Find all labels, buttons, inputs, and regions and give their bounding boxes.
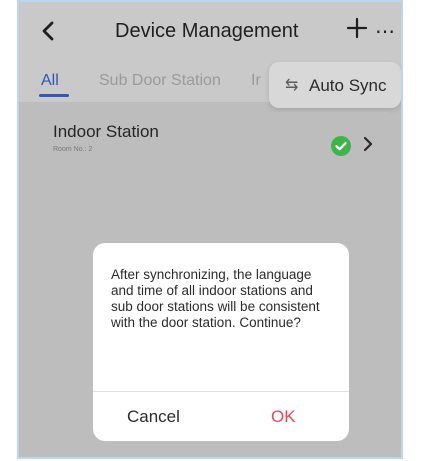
dialog-divider (93, 391, 349, 392)
tab-indoor[interactable]: Ir (251, 72, 261, 90)
cancel-button[interactable]: Cancel (127, 407, 180, 427)
device-room: Room No.: 2 (53, 146, 93, 153)
tab-sub-door-station[interactable]: Sub Door Station (99, 72, 221, 90)
plus-icon[interactable] (345, 16, 369, 40)
check-circle-icon (331, 136, 351, 156)
chevron-right-icon (361, 132, 375, 156)
device-management-screen: Device Management ⋯ All Sub Door Station… (19, 2, 401, 457)
tab-all[interactable]: All (41, 72, 59, 90)
page-title: Device Management (115, 20, 299, 42)
top-bar: Device Management ⋯ (19, 2, 401, 66)
ok-button[interactable]: OK (271, 407, 296, 427)
device-name: Indoor Station (53, 122, 159, 141)
active-tab-indicator (39, 94, 69, 97)
auto-sync-label: Auto Sync (309, 76, 387, 95)
chevron-left-icon[interactable] (37, 19, 61, 43)
screenshot-frame: Device Management ⋯ All Sub Door Station… (17, 0, 403, 459)
sync-confirm-dialog: After synchronizing, the language and ti… (93, 243, 349, 441)
auto-sync-popover[interactable]: ⇆ Auto Sync (269, 62, 401, 108)
more-icon[interactable]: ⋯ (375, 22, 395, 42)
dialog-message: After synchronizing, the language and ti… (111, 267, 320, 330)
list-item[interactable]: Indoor Station Room No.: 2 (37, 112, 389, 170)
sync-icon: ⇆ (285, 77, 299, 94)
